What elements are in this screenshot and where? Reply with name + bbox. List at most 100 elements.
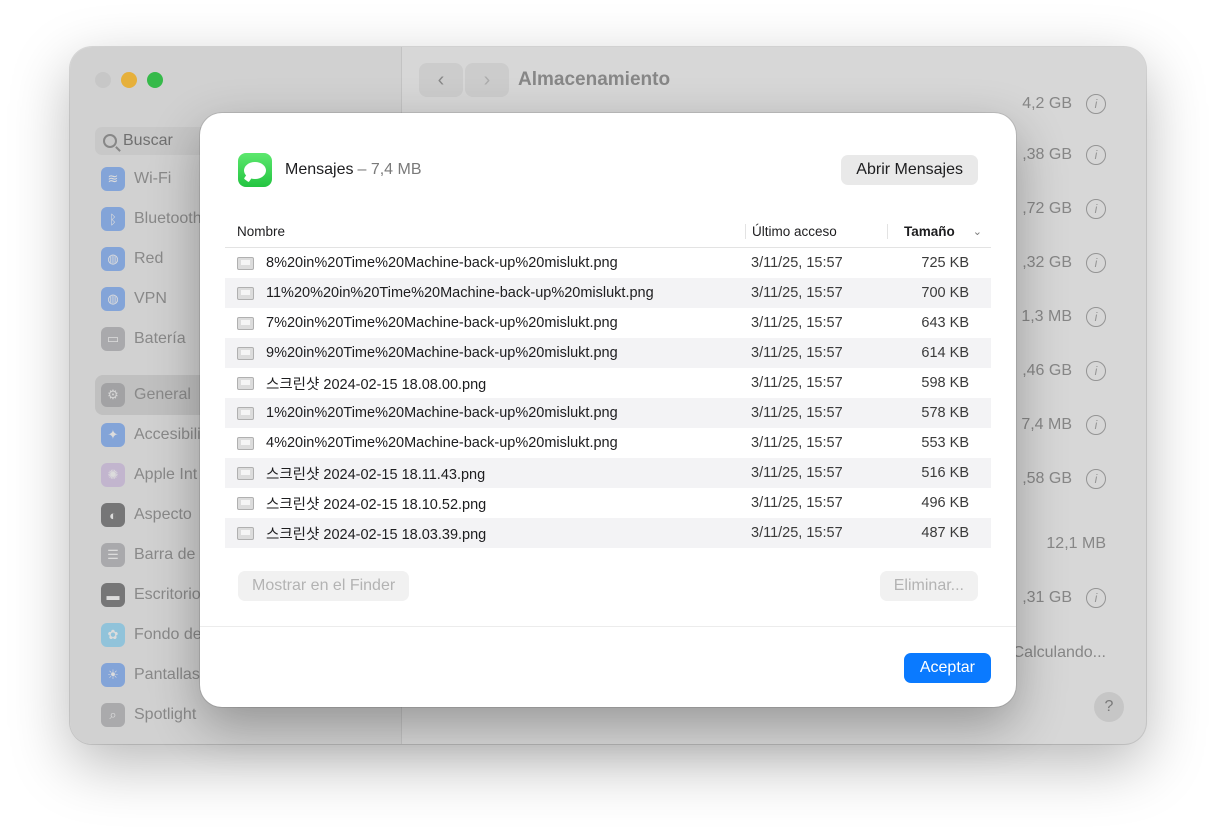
- sidebar-item-label: Aspecto: [134, 506, 192, 523]
- file-size: 487 KB: [921, 525, 969, 541]
- file-name-cell: 4%20in%20Time%20Machine-back-up%20misluk…: [225, 435, 745, 451]
- info-icon[interactable]: i: [1086, 145, 1106, 165]
- column-header-size[interactable]: Tamaño ⌄: [887, 224, 991, 239]
- file-name: 8%20in%20Time%20Machine-back-up%20misluk…: [266, 255, 618, 271]
- file-last-access: 3/11/25, 15:57: [751, 315, 843, 331]
- sidebar-item-label: Spotlight: [134, 706, 197, 723]
- chevron-down-icon: ⌄: [972, 226, 982, 238]
- column-header-last-access[interactable]: Último acceso: [745, 224, 887, 239]
- table-row[interactable]: 스크린샷 2024-02-15 18.03.39.png 3/11/25, 15:…: [225, 518, 991, 548]
- sidebar-item-label: Pantallas: [134, 666, 200, 683]
- sidebar-item-label: Fondo de: [134, 626, 202, 643]
- table-row[interactable]: 스크린샷 2024-02-15 18.10.52.png 3/11/25, 15:…: [225, 488, 991, 518]
- storage-row: 12,1 MB: [1046, 532, 1106, 556]
- sheet-actions: Mostrar en el Finder Eliminar...: [238, 571, 978, 601]
- displays-icon: ☀: [101, 663, 125, 687]
- column-header-size-label: Tamaño: [904, 224, 955, 239]
- storage-size: ,38 GB: [1022, 146, 1072, 163]
- traffic-lights: [95, 72, 163, 88]
- table-row[interactable]: 4%20in%20Time%20Machine-back-up%20misluk…: [225, 428, 991, 458]
- file-size: 643 KB: [921, 315, 969, 331]
- file-last-access: 3/11/25, 15:57: [751, 405, 843, 421]
- sidebar-item-label: Wi-Fi: [134, 170, 172, 187]
- storage-size: ,32 GB: [1022, 254, 1072, 271]
- info-icon[interactable]: i: [1086, 588, 1106, 608]
- close-window-button[interactable]: [95, 72, 111, 88]
- info-icon[interactable]: i: [1086, 307, 1106, 327]
- minimize-window-button[interactable]: [121, 72, 137, 88]
- storage-row: 7,4 MB i: [1021, 413, 1106, 437]
- file-size: 725 KB: [921, 255, 969, 271]
- navigation-buttons: ‹ ›: [419, 63, 509, 97]
- file-name: 11%20%20in%20Time%20Machine-back-up%20mi…: [266, 285, 654, 301]
- table-row[interactable]: 11%20%20in%20Time%20Machine-back-up%20mi…: [225, 278, 991, 308]
- file-last-access: 3/11/25, 15:57: [751, 345, 843, 361]
- table-row[interactable]: 8%20in%20Time%20Machine-back-up%20misluk…: [225, 248, 991, 278]
- delete-button[interactable]: Eliminar...: [879, 571, 978, 601]
- gear-icon: ⚙: [101, 383, 125, 407]
- info-icon[interactable]: i: [1086, 415, 1106, 435]
- image-file-icon: [237, 406, 254, 420]
- app-name: Mensajes: [285, 161, 354, 178]
- table-row[interactable]: 스크린샷 2024-02-15 18.11.43.png 3/11/25, 15:…: [225, 458, 991, 488]
- storage-size: 1,3 MB: [1021, 308, 1072, 325]
- show-in-finder-button[interactable]: Mostrar en el Finder: [238, 571, 410, 601]
- sidebar-item-label: Accesibili: [134, 426, 201, 443]
- file-size: 578 KB: [921, 405, 969, 421]
- image-file-icon: [237, 346, 254, 360]
- info-icon[interactable]: i: [1086, 94, 1106, 114]
- file-name: 스크린샷 2024-02-15 18.10.52.png: [266, 496, 487, 513]
- forward-button[interactable]: ›: [465, 63, 509, 97]
- storage-row: 4,2 GB i: [1022, 92, 1106, 116]
- column-header-name[interactable]: Nombre: [225, 224, 745, 239]
- sidebar-item-label: Escritorio: [134, 586, 201, 603]
- storage-row: ,72 GB i: [1022, 197, 1106, 221]
- info-icon[interactable]: i: [1086, 253, 1106, 273]
- battery-icon: ▭: [101, 327, 125, 351]
- sidebar-item-label: Red: [134, 250, 164, 267]
- file-name: 1%20in%20Time%20Machine-back-up%20misluk…: [266, 405, 618, 421]
- help-button[interactable]: ?: [1094, 692, 1124, 722]
- table-row[interactable]: 1%20in%20Time%20Machine-back-up%20misluk…: [225, 398, 991, 428]
- accept-button[interactable]: Aceptar: [903, 653, 991, 683]
- sidebar-item-label: Batería: [134, 330, 186, 347]
- file-size: 553 KB: [921, 435, 969, 451]
- sheet-divider: [200, 626, 1016, 627]
- info-icon[interactable]: i: [1086, 361, 1106, 381]
- files-table: Nombre Último acceso Tamaño ⌄ 8%20in%20T…: [225, 216, 991, 548]
- file-name: 스크린샷 2024-02-15 18.11.43.png: [266, 466, 486, 483]
- wifi-icon: ≋: [101, 167, 125, 191]
- table-row[interactable]: 7%20in%20Time%20Machine-back-up%20misluk…: [225, 308, 991, 338]
- file-name-cell: 11%20%20in%20Time%20Machine-back-up%20mi…: [225, 285, 745, 301]
- sidebar-item-label: General: [134, 386, 191, 403]
- info-icon[interactable]: i: [1086, 199, 1106, 219]
- image-file-icon: [237, 436, 254, 450]
- table-row[interactable]: 9%20in%20Time%20Machine-back-up%20misluk…: [225, 338, 991, 368]
- image-file-icon: [237, 376, 254, 390]
- storage-row: ,46 GB i: [1022, 359, 1106, 383]
- bluetooth-icon: ᛒ: [101, 207, 125, 231]
- file-last-access: 3/11/25, 15:57: [751, 255, 843, 271]
- spotlight-icon: ⌕: [101, 703, 125, 727]
- file-last-access: 3/11/25, 15:57: [751, 465, 843, 481]
- file-last-access: 3/11/25, 15:57: [751, 285, 843, 301]
- storage-size: ,31 GB: [1022, 589, 1072, 606]
- open-messages-button[interactable]: Abrir Mensajes: [841, 155, 978, 185]
- storage-size: Calculando...: [1012, 644, 1106, 661]
- storage-size: 7,4 MB: [1021, 416, 1072, 433]
- file-size: 516 KB: [921, 465, 969, 481]
- file-name: 9%20in%20Time%20Machine-back-up%20misluk…: [266, 345, 618, 361]
- back-button[interactable]: ‹: [419, 63, 463, 97]
- storage-row: ,58 GB i: [1022, 467, 1106, 491]
- maximize-window-button[interactable]: [147, 72, 163, 88]
- app-size: – 7,4 MB: [357, 161, 422, 178]
- sidebar-item-label: Bluetooth: [134, 210, 202, 227]
- storage-row: Calculando...: [1013, 641, 1106, 665]
- info-icon[interactable]: i: [1086, 469, 1106, 489]
- storage-size: ,58 GB: [1022, 470, 1072, 487]
- file-name-cell: 8%20in%20Time%20Machine-back-up%20misluk…: [225, 255, 745, 271]
- table-row[interactable]: 스크린샷 2024-02-15 18.08.00.png 3/11/25, 15:…: [225, 368, 991, 398]
- chevron-right-icon: ›: [483, 68, 491, 91]
- storage-row: ,31 GB i: [1022, 586, 1106, 610]
- storage-size: 12,1 MB: [1046, 535, 1106, 552]
